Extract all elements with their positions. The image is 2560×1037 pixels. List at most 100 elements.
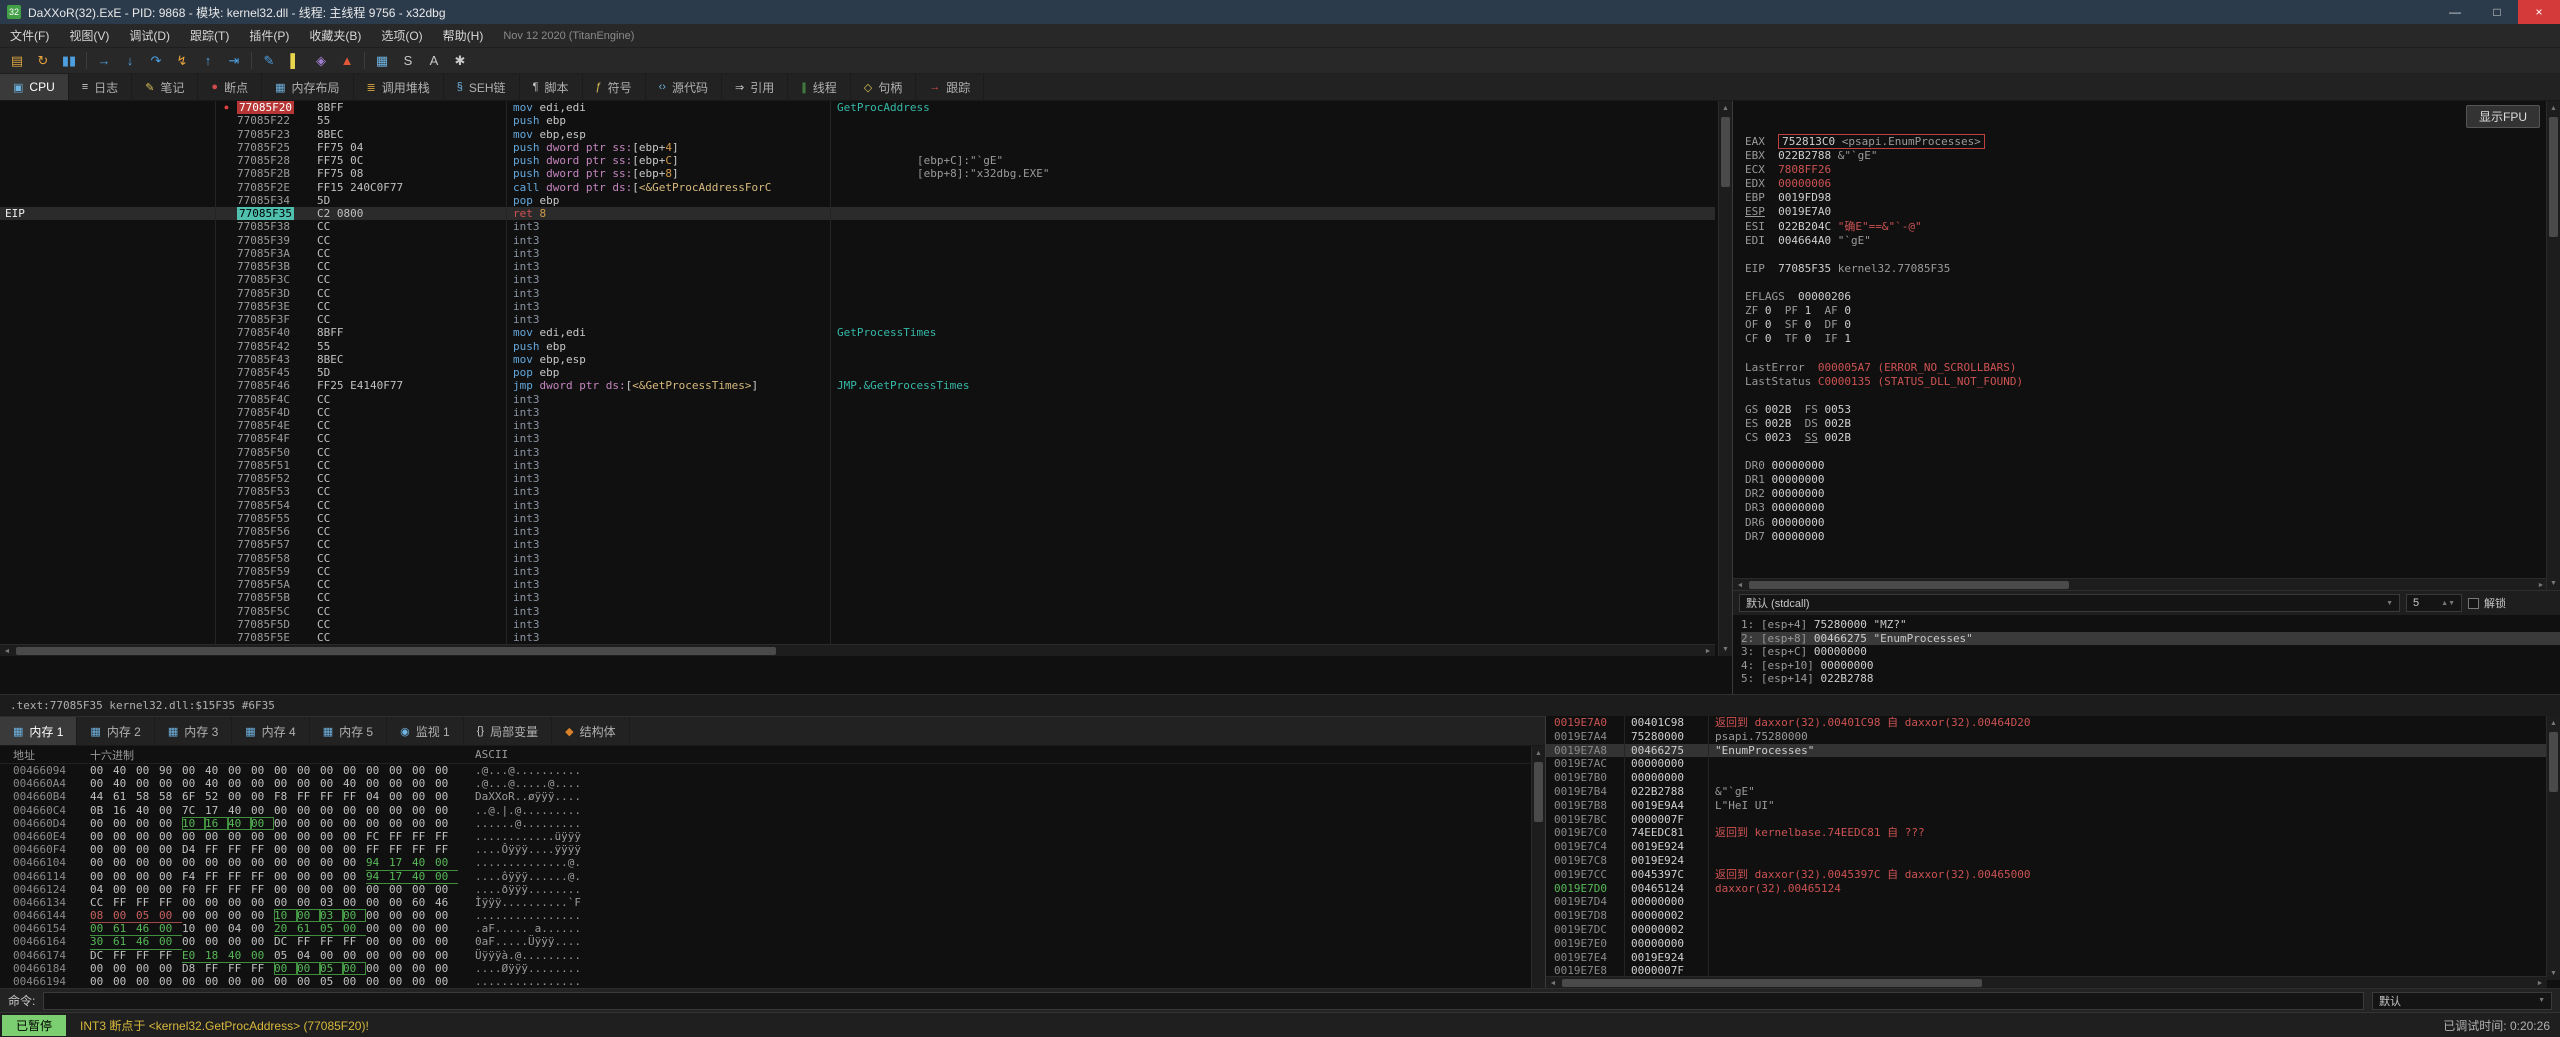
dump-byte[interactable]: 40 bbox=[228, 817, 251, 830]
dump-byte[interactable]: 58 bbox=[159, 790, 182, 803]
dump-byte[interactable]: 00 bbox=[274, 870, 297, 883]
scroll-up-icon[interactable]: ▲ bbox=[1719, 101, 1732, 115]
dump-byte[interactable]: 00 bbox=[251, 856, 274, 869]
minimize-button[interactable]: — bbox=[2434, 0, 2476, 24]
dump-byte[interactable]: 00 bbox=[366, 935, 389, 948]
dump-byte[interactable]: 00 bbox=[228, 856, 251, 869]
dump-byte[interactable]: 00 bbox=[228, 777, 251, 790]
dump-byte[interactable]: 00 bbox=[228, 975, 251, 988]
disasm-row[interactable]: 77085F3F CC int3 bbox=[0, 313, 1715, 327]
scrollbar-thumb[interactable] bbox=[2549, 117, 2558, 237]
dump-byte[interactable]: 16 bbox=[205, 817, 228, 830]
dump-byte[interactable]: 00 bbox=[159, 883, 182, 896]
disasm-row[interactable]: 77085F22 55 push ebp bbox=[0, 114, 1715, 128]
dump-byte[interactable]: 40 bbox=[205, 777, 228, 790]
disasm-row[interactable]: 77085F56 CC int3 bbox=[0, 525, 1715, 539]
dump-byte[interactable]: 00 bbox=[366, 777, 389, 790]
maximize-button[interactable]: □ bbox=[2476, 0, 2518, 24]
disasm-row[interactable]: 77085F43 8BEC mov ebp,esp bbox=[0, 352, 1715, 366]
dump-byte[interactable]: 00 bbox=[435, 856, 458, 871]
argument-row[interactable]: 2: [esp+8] 00466275 "EnumProcesses" bbox=[1741, 631, 2560, 645]
dump-byte[interactable]: 00 bbox=[251, 830, 274, 843]
scroll-down-icon[interactable]: ▼ bbox=[2547, 576, 2560, 590]
dump-byte[interactable]: 04 bbox=[90, 883, 113, 896]
dump-byte[interactable]: FF bbox=[113, 896, 136, 909]
dump-byte[interactable]: 00 bbox=[343, 804, 366, 817]
dump-byte[interactable]: 00 bbox=[366, 883, 389, 896]
disasm-row[interactable]: 77085F2B FF75 08 push dword ptr ss:[ebp+8]… bbox=[0, 167, 1715, 181]
register-line[interactable] bbox=[1745, 276, 2544, 290]
dump-byte[interactable]: 00 bbox=[251, 909, 274, 922]
dump-byte[interactable]: 00 bbox=[412, 909, 435, 922]
register-line[interactable] bbox=[1745, 346, 2544, 360]
register-line[interactable]: EBX 022B2788 &"`gE" bbox=[1745, 149, 2544, 163]
register-line[interactable]: ESI 022B204C "确E"==&"`-@" bbox=[1745, 220, 2544, 234]
dump-byte[interactable]: 05 bbox=[320, 962, 343, 975]
dump-byte[interactable]: 00 bbox=[182, 975, 205, 988]
dump-byte[interactable]: 58 bbox=[136, 790, 159, 803]
dump-byte[interactable]: FF bbox=[251, 843, 274, 856]
dump-byte[interactable]: 61 bbox=[113, 922, 136, 937]
close-button[interactable]: × bbox=[2518, 0, 2560, 24]
dump-byte[interactable]: 00 bbox=[90, 817, 113, 830]
dump-byte[interactable]: 00 bbox=[389, 935, 412, 948]
dump-byte[interactable]: 40 bbox=[412, 870, 435, 884]
tab-dump-1[interactable]: ▦ 内存 1 bbox=[0, 717, 78, 745]
dump-byte[interactable]: 00 bbox=[90, 962, 113, 975]
dump-byte[interactable]: DC bbox=[90, 949, 113, 962]
dump-byte[interactable]: 00 bbox=[274, 883, 297, 896]
disasm-row[interactable]: 77085F59 CC int3 bbox=[0, 564, 1715, 578]
dump-byte[interactable]: 00 bbox=[205, 922, 228, 935]
tab-call-stack[interactable]: ≣ 调用堆栈 bbox=[354, 74, 444, 100]
register-line[interactable] bbox=[1745, 445, 2544, 459]
tab-seh[interactable]: § SEH链 bbox=[444, 74, 520, 100]
dump-row[interactable]: 00466134 CC FF FF FF 00 00 00 00 00 00 03 00 00 00 60 46… bbox=[0, 896, 1545, 909]
dump-byte[interactable]: FF bbox=[389, 843, 412, 856]
scrollbar-thumb[interactable] bbox=[16, 647, 776, 655]
dump-byte[interactable]: 00 bbox=[251, 804, 274, 817]
dump-byte[interactable]: 00 bbox=[412, 962, 435, 975]
registers-hscrollbar[interactable]: ◄ ► bbox=[1733, 578, 2548, 590]
dump-byte[interactable]: FF bbox=[320, 790, 343, 803]
dump-row[interactable]: 004660A4 00 40 00 00 00 40 00 00 00 00 00 40 00 00 00 00… bbox=[0, 777, 1545, 790]
dump-byte[interactable]: 00 bbox=[182, 909, 205, 922]
dump-byte[interactable]: 00 bbox=[297, 909, 320, 922]
dump-row[interactable]: 004660F4 00 00 00 00 D4 FF FF FF 00 00 00 00 FF FF FF FF… bbox=[0, 843, 1545, 856]
dump-byte[interactable]: 46 bbox=[435, 896, 458, 909]
dump-byte[interactable]: 00 bbox=[251, 949, 274, 963]
disasm-row[interactable]: 77085F50 CC int3 bbox=[0, 445, 1715, 459]
dump-byte[interactable]: 00 bbox=[113, 975, 136, 988]
disasm-row[interactable]: 77085F53 CC int3 bbox=[0, 485, 1715, 499]
stack-row[interactable]: 0019E7CC 0045397C 返回到 daxxor(32).0045397C … bbox=[1546, 867, 2546, 882]
register-line[interactable]: DR2 00000000 bbox=[1745, 487, 2544, 501]
disasm-row[interactable]: 77085F40 8BFF mov edi,edi GetProcessTimes bbox=[0, 326, 1715, 340]
dump-byte[interactable]: 00 bbox=[159, 817, 182, 830]
dump-byte[interactable]: 10 bbox=[182, 817, 205, 830]
dump-byte[interactable]: 46 bbox=[136, 922, 159, 937]
title-bar[interactable]: 32 DaXXoR(32).ExE - PID: 9868 - 模块: kern… bbox=[0, 0, 2560, 24]
dump-byte[interactable]: 00 bbox=[228, 790, 251, 803]
stack-row[interactable]: 0019E7D4 00000000 bbox=[1546, 895, 2546, 910]
dump-byte[interactable]: 00 bbox=[366, 962, 389, 975]
dump-byte[interactable]: 61 bbox=[113, 790, 136, 803]
disasm-row[interactable]: 77085F38 CC int3 bbox=[0, 220, 1715, 234]
disasm-row[interactable]: 77085F3C CC int3 bbox=[0, 273, 1715, 287]
dump-byte[interactable]: 00 bbox=[343, 962, 366, 975]
dump-byte[interactable]: 05 bbox=[320, 922, 343, 937]
menu-item[interactable]: 帮助(H) bbox=[433, 24, 494, 47]
dump-byte[interactable]: 00 bbox=[389, 896, 412, 909]
register-line[interactable]: CS 0023 SS 002B bbox=[1745, 431, 2544, 445]
tab-watch-1[interactable]: ◉ 监视 1 bbox=[387, 717, 464, 745]
dump-byte[interactable]: 00 bbox=[435, 883, 458, 896]
scroll-down-icon[interactable]: ▼ bbox=[1719, 642, 1732, 656]
stack-row[interactable]: 0019E7D8 00000002 bbox=[1546, 909, 2546, 923]
argument-row[interactable]: 5: [esp+14] 022B2788 bbox=[1741, 672, 2560, 686]
dump-byte[interactable]: 00 bbox=[343, 830, 366, 843]
disasm-row[interactable]: 77085F51 CC int3 bbox=[0, 458, 1715, 472]
stack-hscrollbar[interactable]: ◄ ► bbox=[1546, 976, 2547, 988]
disasm-row[interactable]: 77085F5B CC int3 bbox=[0, 591, 1715, 605]
stack-row[interactable]: 0019E7D0 00465124 daxxor(32).00465124 bbox=[1546, 881, 2546, 896]
dump-byte[interactable]: 00 bbox=[412, 883, 435, 896]
tab-references[interactable]: ⇒ 引用 bbox=[722, 74, 789, 100]
scrollbar-thumb[interactable] bbox=[1749, 581, 2069, 589]
